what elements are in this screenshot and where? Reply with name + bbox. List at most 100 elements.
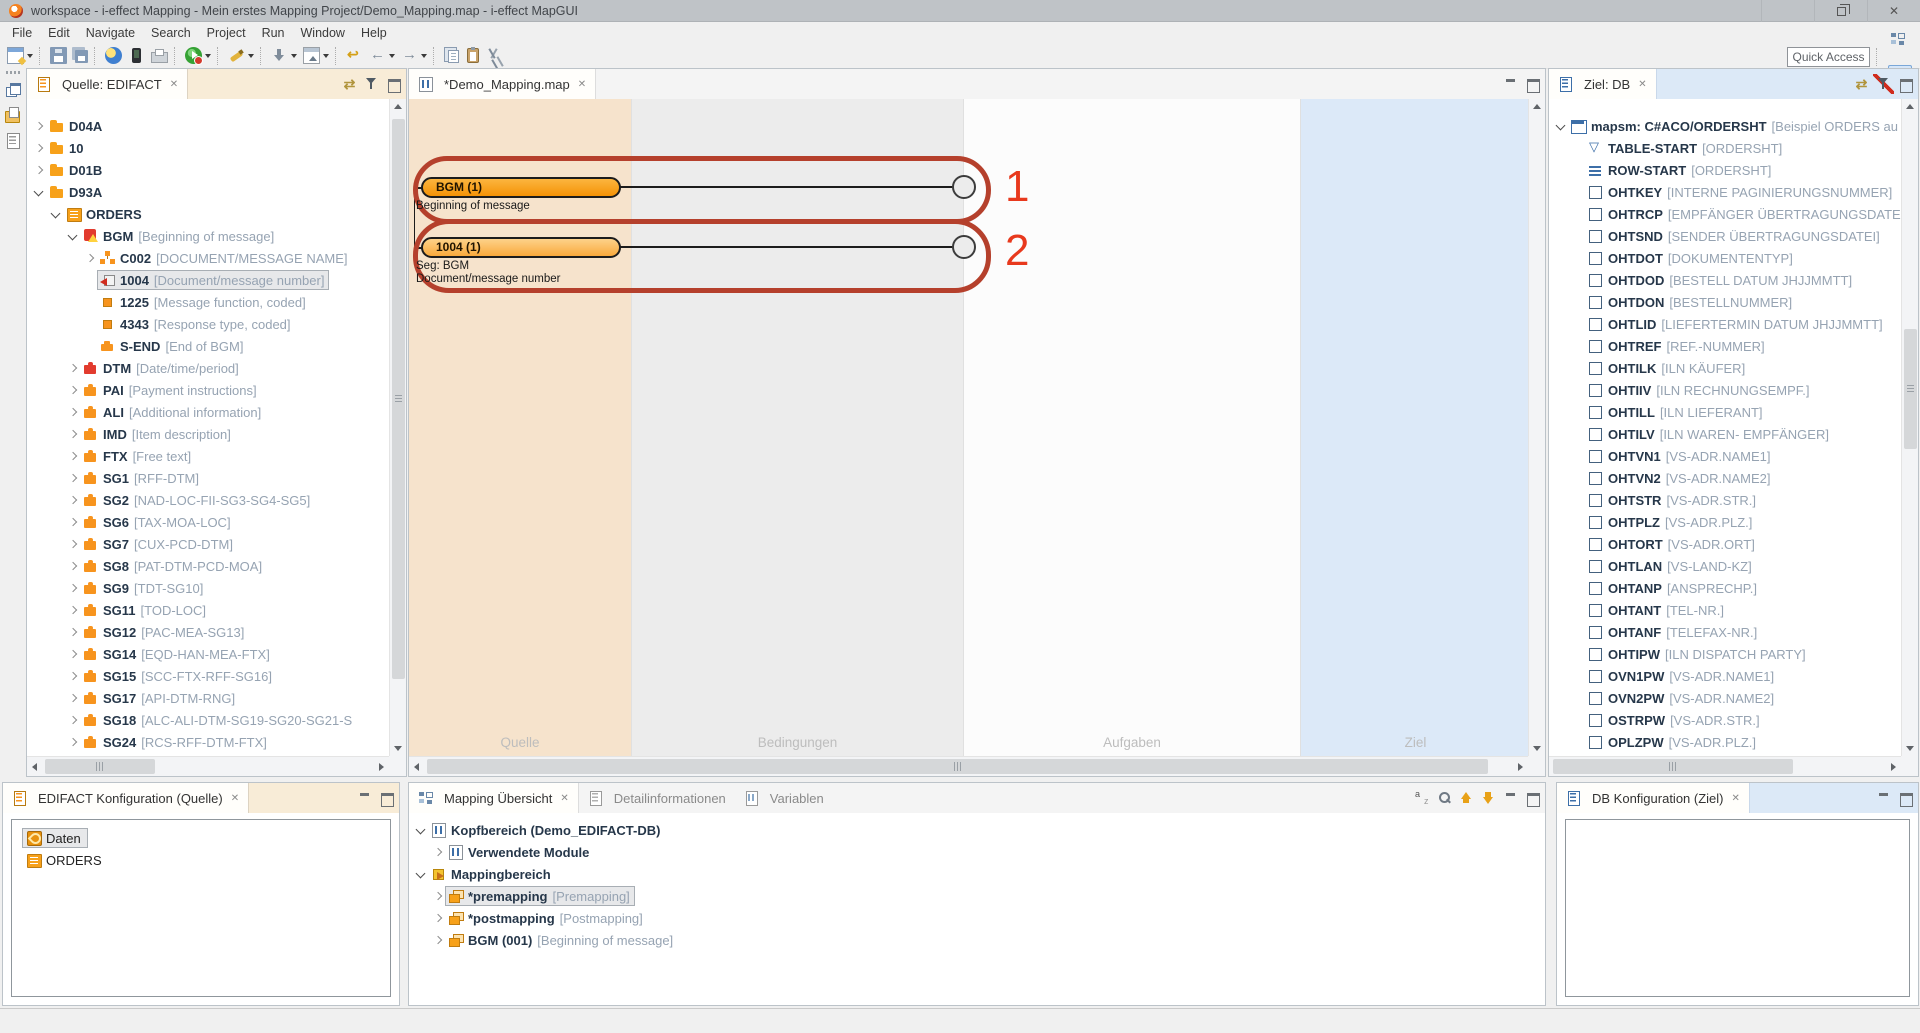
maximize-button[interactable] bbox=[1522, 74, 1543, 94]
open-perspective-button[interactable] bbox=[1888, 28, 1912, 50]
tree-item-ohtipw[interactable]: OHTIPW[ILN DISPATCH PARTY] bbox=[1549, 643, 1901, 665]
mapping-target-port[interactable] bbox=[952, 175, 976, 199]
restore-views-button[interactable] bbox=[4, 81, 22, 99]
expander-closed-icon[interactable] bbox=[65, 709, 80, 731]
print-map-button[interactable] bbox=[148, 46, 171, 65]
tree-item-mapsm-c-aco-ordersht[interactable]: mapsm: C#ACO/ORDERSHT[Beispiel ORDERS au bbox=[1549, 115, 1901, 137]
tree-item-d04a[interactable]: D04A bbox=[27, 115, 389, 137]
expander-closed-icon[interactable] bbox=[65, 687, 80, 709]
menu-file[interactable]: File bbox=[4, 24, 40, 42]
magnifier-button[interactable] bbox=[1434, 788, 1455, 808]
tree-item-ohtdot[interactable]: OHTDOT[DOKUMENTENTYP] bbox=[1549, 247, 1901, 269]
tree-item-mappingbereich[interactable]: Mappingbereich bbox=[409, 863, 1545, 885]
expander-closed-icon[interactable] bbox=[65, 577, 80, 599]
tree-item-sg14[interactable]: SG14[EQD-HAN-MEA-FTX] bbox=[27, 643, 389, 665]
tree-item-d01b[interactable]: D01B bbox=[27, 159, 389, 181]
tree-item-ohtvn2[interactable]: OHTVN2[VS-ADR.NAME2] bbox=[1549, 467, 1901, 489]
target-horizontal-scrollbar[interactable] bbox=[1549, 756, 1901, 776]
forward-button[interactable] bbox=[398, 45, 430, 66]
tree-item-ohtant[interactable]: OHTANT[TEL-NR.] bbox=[1549, 599, 1901, 621]
tree-item-ftx[interactable]: FTX[Free text] bbox=[27, 445, 389, 467]
expander-closed-icon[interactable] bbox=[65, 379, 80, 401]
expander-closed-icon[interactable] bbox=[65, 401, 80, 423]
tree-item-ohtanf[interactable]: OHTANF[TELEFAX-NR.] bbox=[1549, 621, 1901, 643]
tree-item-sg7[interactable]: SG7[CUX-PCD-DTM] bbox=[27, 533, 389, 555]
expander-closed-icon[interactable] bbox=[65, 533, 80, 555]
filter-button[interactable] bbox=[361, 74, 382, 94]
expander-open-icon[interactable] bbox=[413, 863, 428, 885]
tree-item-orders[interactable]: ORDERS bbox=[27, 203, 389, 225]
tree-item-kopfbereich-demo-edifact-db[interactable]: Kopfbereich (Demo_EDIFACT-DB) bbox=[409, 819, 1545, 841]
export-window-button[interactable] bbox=[300, 45, 332, 66]
tree-item-bgm-001[interactable]: BGM (001)[Beginning of message] bbox=[409, 929, 1545, 951]
tab-detailinformationen[interactable]: Detailinformationen bbox=[579, 783, 735, 813]
minimize-button[interactable] bbox=[354, 788, 375, 808]
menu-run[interactable]: Run bbox=[254, 24, 293, 42]
back-button[interactable] bbox=[366, 45, 398, 66]
tree-item-sg18[interactable]: SG18[ALC-ALI-DTM-SG19-SG20-SG21-S bbox=[27, 709, 389, 731]
dropdown-arrow-icon[interactable] bbox=[389, 54, 395, 58]
save-button[interactable] bbox=[47, 45, 70, 66]
import-down-button[interactable] bbox=[268, 45, 300, 66]
tree-item-ohtplz[interactable]: OHTPLZ[VS-ADR.PLZ.] bbox=[1549, 511, 1901, 533]
last-edit-button[interactable] bbox=[343, 45, 366, 66]
node-pill-bgm-1[interactable]: BGM (1) bbox=[421, 177, 621, 198]
tree-item-sg24[interactable]: SG24[RCS-RFF-DTM-FTX] bbox=[27, 731, 389, 753]
expander-closed-icon[interactable] bbox=[65, 555, 80, 577]
close-icon[interactable]: ✕ bbox=[231, 793, 239, 804]
tree-item-4343[interactable]: 4343[Response type, coded] bbox=[27, 313, 389, 335]
tree-item-sg1[interactable]: SG1[RFF-DTM] bbox=[27, 467, 389, 489]
tree-item-ohtlan[interactable]: OHTLAN[VS-LAND-KZ] bbox=[1549, 555, 1901, 577]
tree-item-10[interactable]: 10 bbox=[27, 137, 389, 159]
tree-item-ali[interactable]: ALI[Additional information] bbox=[27, 401, 389, 423]
expander-closed-icon[interactable] bbox=[430, 907, 445, 929]
tree-item-ohtvn1[interactable]: OHTVN1[VS-ADR.NAME1] bbox=[1549, 445, 1901, 467]
expander-closed-icon[interactable] bbox=[31, 115, 46, 137]
tree-item-ohtanp[interactable]: OHTANP[ANSPRECHP.] bbox=[1549, 577, 1901, 599]
quick-access-box[interactable]: Quick Access bbox=[1787, 47, 1870, 67]
device-button[interactable] bbox=[125, 45, 148, 66]
tree-item-sg6[interactable]: SG6[TAX-MOA-LOC] bbox=[27, 511, 389, 533]
marker-button[interactable] bbox=[225, 45, 257, 66]
dropdown-arrow-icon[interactable] bbox=[421, 54, 427, 58]
minimize-button[interactable] bbox=[1500, 788, 1521, 808]
expander-closed-icon[interactable] bbox=[65, 731, 80, 753]
tree-item-ohtdod[interactable]: OHTDOD[BESTELL DATUM JHJJMMTT] bbox=[1549, 269, 1901, 291]
expander-closed-icon[interactable] bbox=[65, 643, 80, 665]
link-with-editor-button[interactable] bbox=[1851, 74, 1872, 94]
tab-demo-mapping-map[interactable]: *Demo_Mapping.map ✕ bbox=[409, 69, 596, 99]
tree-item-ohtilk[interactable]: OHTILK[ILN KÄUFER] bbox=[1549, 357, 1901, 379]
tree-item-postmapping[interactable]: *postmapping[Postmapping] bbox=[409, 907, 1545, 929]
expander-closed-icon[interactable] bbox=[430, 885, 445, 907]
tree-item-ohtilv[interactable]: OHTILV[ILN WAREN- EMPFÄNGER] bbox=[1549, 423, 1901, 445]
expander-closed-icon[interactable] bbox=[65, 621, 80, 643]
tree-item-ohtstr[interactable]: OHTSTR[VS-ADR.STR.] bbox=[1549, 489, 1901, 511]
maximize-button[interactable] bbox=[1895, 74, 1916, 94]
tree-item-ohtlid[interactable]: OHTLID[LIEFERTERMIN DATUM JHJJMMTT] bbox=[1549, 313, 1901, 335]
expander-closed-icon[interactable] bbox=[430, 841, 445, 863]
tab-ziel-db[interactable]: Ziel: DB ✕ bbox=[1549, 69, 1657, 99]
paste-button[interactable] bbox=[462, 46, 482, 65]
expander-closed-icon[interactable] bbox=[65, 489, 80, 511]
source-horizontal-scrollbar[interactable] bbox=[27, 756, 389, 776]
expander-closed-icon[interactable] bbox=[65, 511, 80, 533]
tree-item-ohtkey[interactable]: OHTKEY[INTERNE PAGINIERUNGSNUMMER] bbox=[1549, 181, 1901, 203]
tree-item-sg8[interactable]: SG8[PAT-DTM-PCD-MOA] bbox=[27, 555, 389, 577]
tab-db-konfiguration-ziel[interactable]: DB Konfiguration (Ziel) ✕ bbox=[1557, 783, 1750, 813]
tree-item-1004[interactable]: 1004[Document/message number] bbox=[27, 269, 389, 291]
minimize-window-button[interactable] bbox=[1761, 0, 1814, 22]
sort-button[interactable] bbox=[1412, 788, 1433, 808]
expander-closed-icon[interactable] bbox=[65, 599, 80, 621]
maximize-button[interactable] bbox=[376, 788, 397, 808]
expander-closed-icon[interactable] bbox=[65, 357, 80, 379]
maximize-button[interactable] bbox=[383, 74, 404, 94]
close-icon[interactable]: ✕ bbox=[1638, 79, 1646, 90]
link-with-editor-button[interactable] bbox=[339, 74, 360, 94]
editor-vertical-scrollbar[interactable] bbox=[1528, 99, 1545, 756]
tree-item-sg12[interactable]: SG12[PAC-MEA-SG13] bbox=[27, 621, 389, 643]
target-vertical-scrollbar[interactable] bbox=[1901, 99, 1918, 756]
tree-item-sg2[interactable]: SG2[NAD-LOC-FII-SG3-SG4-SG5] bbox=[27, 489, 389, 511]
tree-item-oplzpw[interactable]: OPLZPW[VS-ADR.PLZ.] bbox=[1549, 731, 1901, 753]
close-window-button[interactable]: ✕ bbox=[1867, 0, 1920, 22]
tree-item-ohtort[interactable]: OHTORT[VS-ADR.ORT] bbox=[1549, 533, 1901, 555]
